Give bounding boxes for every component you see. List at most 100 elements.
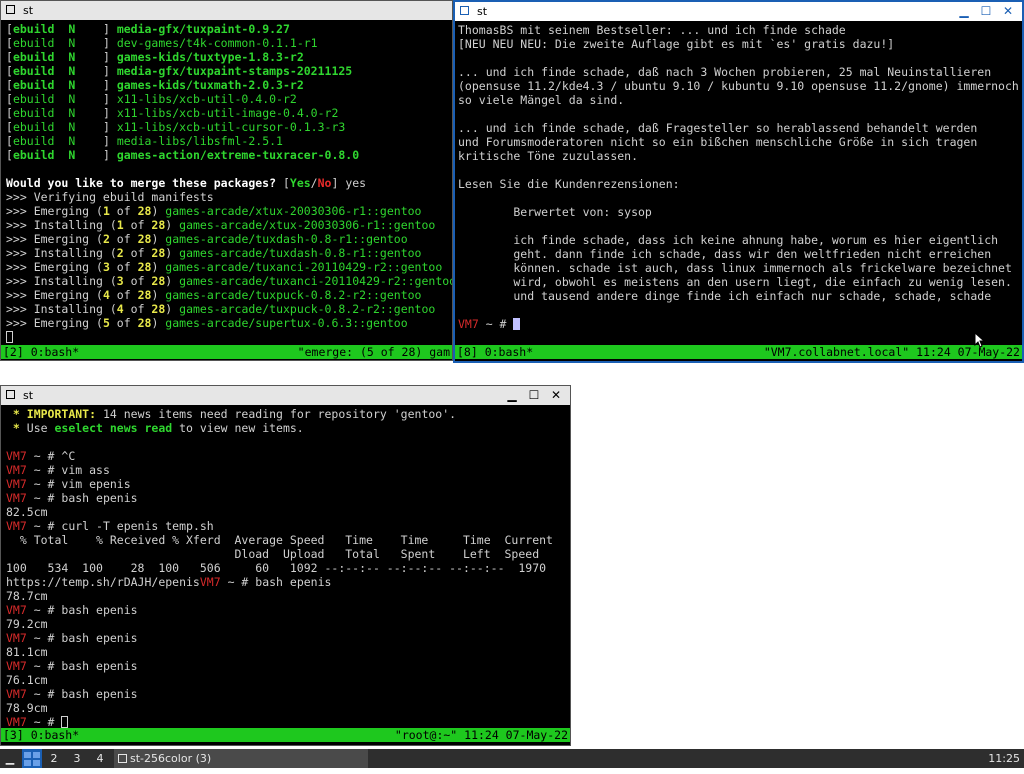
terminal-line: Berwertet von: sysop xyxy=(458,205,652,219)
terminal-line: und tausend andere dinge finde ich einfa… xyxy=(458,289,992,303)
terminal-line: >>> Emerging (4 of 28) games-arcade/tuxp… xyxy=(6,288,422,302)
terminal-line: ... und ich finde schade, daß Fragestell… xyxy=(458,121,978,135)
terminal-line: * IMPORTANT: 14 news items need reading … xyxy=(6,407,457,421)
terminal-line: Dload Upload Total Spent Left Speed xyxy=(6,547,540,561)
terminal-line: VM7 ~ # ^C xyxy=(6,449,76,463)
tmux-status-bar: [3] 0:bash* "root@:~" 11:24 07-May-22 xyxy=(1,728,570,742)
terminal-line: geht. dann finde ich schade, dass wir de… xyxy=(458,247,992,261)
terminal-line: >>> Installing (4 of 28) games-arcade/tu… xyxy=(6,302,436,316)
workspace-3[interactable]: 3 xyxy=(67,749,87,768)
terminal-line: * Use eselect news read to view new item… xyxy=(6,421,304,435)
close-button[interactable]: ✕ xyxy=(997,2,1019,21)
terminal-output[interactable]: * IMPORTANT: 14 news items need reading … xyxy=(6,407,570,745)
terminal-line: >>> Emerging (3 of 28) games-arcade/tuxa… xyxy=(6,260,443,274)
terminal-line: 79.2cm xyxy=(6,617,48,631)
terminal-line: >>> Emerging (2 of 28) games-arcade/tuxd… xyxy=(6,232,408,246)
terminal-line: VM7 ~ # bash epenis xyxy=(6,687,138,701)
window-titlebar[interactable]: st ▁ ☐ ✕ xyxy=(1,386,570,405)
text-cursor xyxy=(6,331,13,343)
terminal-line: [ebuild N ] media-gfx/tuxpaint-stamps-20… xyxy=(6,64,353,78)
shell-prompt: VM7 ~ # xyxy=(458,317,1022,331)
terminal-line: 81.1cm xyxy=(6,645,48,659)
status-left: [3] 0:bash* xyxy=(3,728,80,742)
terminal-line: [ebuild N ] x11-libs/xcb-util-image-0.4.… xyxy=(6,106,339,120)
terminal-line: 100 534 100 28 100 506 60 1092 --:--:-- … xyxy=(6,561,547,575)
workspace-2[interactable]: 2 xyxy=(44,749,64,768)
window-title: st xyxy=(23,4,34,17)
workspace-1[interactable] xyxy=(22,749,42,768)
window-icon xyxy=(6,390,15,399)
status-left: [2] 0:bash* xyxy=(3,345,80,359)
tmux-status-bar: [8] 0:bash* "VM7.collabnet.local" 11:24 … xyxy=(455,345,1022,359)
terminal-line: kritische Töne zuzulassen. xyxy=(458,149,639,163)
terminal-line: [ebuild N ] media-gfx/tuxpaint-0.9.27 xyxy=(6,22,290,36)
terminal-line: [ebuild N ] games-kids/tuxmath-2.0.3-r2 xyxy=(6,78,304,92)
status-left: [8] 0:bash* xyxy=(457,345,534,359)
text-cursor xyxy=(513,318,521,330)
window-titlebar[interactable]: st xyxy=(1,1,452,20)
terminal-line: (opensuse 11.2/kde4.3 / ubuntu 9.10 / ku… xyxy=(458,79,1019,93)
window-titlebar[interactable]: st ▁ ☐ ✕ xyxy=(455,2,1022,21)
terminal-window-text[interactable]: st ▁ ☐ ✕ ThomasBS mit seinem Bestseller:… xyxy=(453,0,1024,363)
close-button[interactable]: ✕ xyxy=(545,386,567,405)
shell-prompt: VM7 ~ # xyxy=(6,715,570,729)
terminal-line: ... und ich finde schade, daß nach 3 Woc… xyxy=(458,65,992,79)
terminal-line: 78.7cm xyxy=(6,589,48,603)
text-cursor xyxy=(61,716,69,728)
terminal-line: VM7 ~ # bash epenis xyxy=(6,659,138,673)
terminal-line: ich finde schade, dass ich keine ahnung … xyxy=(458,233,999,247)
terminal-line: >>> Installing (2 of 28) games-arcade/tu… xyxy=(6,246,422,260)
terminal-line: [NEU NEU NEU: Die zweite Auflage gibt es… xyxy=(458,37,895,51)
terminal-line: [ebuild N ] games-kids/tuxtype-1.8.3-r2 xyxy=(6,50,304,64)
terminal-line: ThomasBS mit seinem Bestseller: ... und … xyxy=(458,23,846,37)
window-title: st xyxy=(23,389,34,402)
terminal-line: [ebuild N ] games-action/extreme-tuxrace… xyxy=(6,148,360,162)
window-icon xyxy=(460,6,469,15)
terminal-line: [ebuild N ] dev-games/t4k-common-0.1.1-r… xyxy=(6,36,318,50)
terminal-line: >>> Installing (1 of 28) games-arcade/xt… xyxy=(6,218,436,232)
terminal-line: % Total % Received % Xferd Average Speed… xyxy=(6,533,553,547)
terminal-line: 78.9cm xyxy=(6,701,48,715)
task-label: st-256color (3) xyxy=(130,752,212,765)
terminal-output[interactable]: ThomasBS mit seinem Bestseller: ... und … xyxy=(458,23,1022,361)
workspace-4[interactable]: 4 xyxy=(90,749,110,768)
terminal-line: VM7 ~ # bash epenis xyxy=(6,491,138,505)
maximize-button[interactable]: ☐ xyxy=(975,2,997,21)
terminal-line: Would you like to merge these packages? … xyxy=(6,176,367,190)
terminal-window-shell[interactable]: st ▁ ☐ ✕ * IMPORTANT: 14 news items need… xyxy=(0,385,571,746)
terminal-line: und Forumsmoderatoren nicht so ein bißch… xyxy=(458,135,978,149)
status-right: "emerge: (5 of 28) gam xyxy=(297,345,450,359)
terminal-line: Lesen Sie die Kundenrezensionen: xyxy=(458,177,680,191)
clock: 11:25 xyxy=(988,752,1020,765)
terminal-line: VM7 ~ # vim ass xyxy=(6,463,110,477)
terminal-line: können. schade ist auch, dass linux imme… xyxy=(458,261,1012,275)
terminal-line: [ebuild N ] x11-libs/xcb-util-0.4.0-r2 xyxy=(6,92,297,106)
terminal-line: >>> Emerging (5 of 28) games-arcade/supe… xyxy=(6,316,408,330)
terminal-line: so viele Mängel da sind. xyxy=(458,93,625,107)
minimize-button[interactable]: ▁ xyxy=(953,2,975,21)
mouse-cursor-icon xyxy=(974,332,986,348)
window-icon xyxy=(118,754,127,763)
terminal-window-emerge[interactable]: st [ebuild N ] media-gfx/tuxpaint-0.9.27… xyxy=(0,0,453,361)
status-right: "root@:~" 11:24 07-May-22 xyxy=(394,728,568,742)
taskbar: ▁ 2 3 4 st-256color (3) 11:25 xyxy=(0,749,1024,768)
taskbar-task-st[interactable]: st-256color (3) xyxy=(114,749,368,768)
terminal-line: [ebuild N ] media-libs/libsfml-2.5.1 xyxy=(6,134,283,148)
show-desktop-button[interactable]: ▁ xyxy=(0,749,20,768)
maximize-button[interactable]: ☐ xyxy=(523,386,545,405)
terminal-line: VM7 ~ # bash epenis xyxy=(6,631,138,645)
terminal-cursor-line xyxy=(6,330,452,344)
minimize-button[interactable]: ▁ xyxy=(501,386,523,405)
window-title: st xyxy=(477,5,488,18)
terminal-output[interactable]: [ebuild N ] media-gfx/tuxpaint-0.9.27 [eb… xyxy=(6,22,452,360)
terminal-line: https://temp.sh/rDAJH/epenisVM7 ~ # bash… xyxy=(6,575,332,589)
tmux-status-bar: [2] 0:bash* "emerge: (5 of 28) gam xyxy=(1,345,452,359)
